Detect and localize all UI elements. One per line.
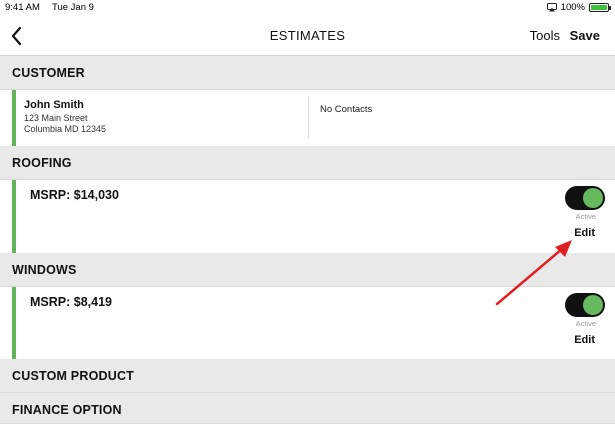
windows-active-toggle[interactable]: [565, 293, 605, 317]
roofing-active-toggle[interactable]: [565, 186, 605, 210]
divider: [308, 96, 309, 138]
section-header-windows: WINDOWS: [0, 253, 615, 287]
toggle-knob: [583, 295, 603, 315]
section-title-windows: WINDOWS: [12, 263, 77, 277]
roofing-msrp: MSRP: $14,030: [30, 188, 119, 202]
card-accent-bar: [12, 90, 16, 146]
windows-msrp: MSRP: $8,419: [30, 295, 112, 309]
nav-bar: ESTIMATES Tools Save: [0, 16, 615, 56]
section-header-custom-product[interactable]: CUSTOM PRODUCT: [0, 359, 615, 393]
save-button[interactable]: Save: [570, 28, 600, 43]
toggle-knob: [583, 188, 603, 208]
roofing-active-label: Active: [575, 212, 596, 221]
section-title-roofing: ROOFING: [12, 156, 72, 170]
customer-contacts[interactable]: No Contacts: [320, 104, 372, 115]
section-title-customer: CUSTOMER: [12, 66, 85, 80]
section-header-customer: CUSTOMER: [0, 56, 615, 90]
customer-address-line1: 123 Main Street: [24, 113, 88, 123]
section-title-finance-option: FINANCE OPTION: [12, 403, 122, 417]
customer-card[interactable]: John Smith 123 Main Street Columbia MD 1…: [0, 90, 615, 146]
status-right: 100%: [546, 2, 611, 13]
roofing-card[interactable]: MSRP: $14,030 Active Edit: [0, 180, 615, 253]
page-title: ESTIMATES: [269, 28, 346, 43]
battery-percent: 100%: [560, 2, 585, 13]
windows-edit-button[interactable]: Edit: [574, 334, 595, 346]
tools-button[interactable]: Tools: [530, 28, 560, 43]
customer-address-line2: Columbia MD 12345: [24, 124, 107, 134]
card-accent-bar: [12, 180, 16, 253]
windows-card[interactable]: MSRP: $8,419 Active Edit: [0, 287, 615, 359]
section-header-roofing: ROOFING: [0, 146, 615, 180]
card-accent-bar: [12, 287, 16, 359]
windows-active-label: Active: [575, 319, 596, 328]
section-header-finance-option[interactable]: FINANCE OPTION: [0, 393, 615, 424]
airplay-icon: [546, 3, 557, 12]
status-date: Tue Jan 9: [52, 2, 94, 13]
section-title-custom-product: CUSTOM PRODUCT: [12, 369, 135, 383]
customer-name: John Smith: [24, 99, 84, 111]
roofing-edit-button[interactable]: Edit: [574, 227, 595, 239]
status-time: 9:41 AM: [5, 2, 40, 13]
battery-icon: [589, 3, 611, 12]
status-bar: 9:41 AM Tue Jan 9 100%: [0, 0, 615, 16]
